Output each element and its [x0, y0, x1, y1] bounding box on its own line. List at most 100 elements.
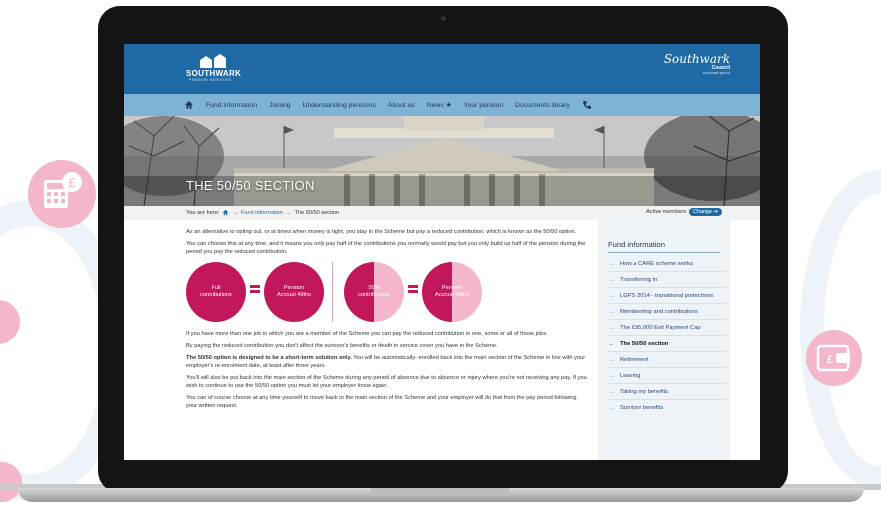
sidebar-separator	[608, 351, 726, 352]
sidebar-divider	[608, 252, 720, 253]
circle-label: contributions	[358, 292, 390, 298]
sidebar-item-membership[interactable]: → Membership and contributions	[608, 308, 726, 316]
wallet-bubble: £	[806, 330, 862, 386]
sidebar-separator	[608, 367, 726, 368]
sidebar-item-label: Membership and contributions	[620, 309, 698, 315]
laptop-notch	[370, 488, 510, 494]
pension-accrual-49-circle: Pension Accrual 49ths	[264, 262, 324, 322]
southwark-logo[interactable]: SOUTHWARK PENSION SERVICES	[186, 54, 246, 84]
calculator-icon: £	[44, 172, 82, 208]
paragraph: You can choose this at any time, and it …	[186, 241, 586, 255]
sidebar-list: → How a CARE scheme works → Transferring i…	[608, 260, 726, 417]
arrow-icon: →	[608, 293, 614, 299]
sidebar-item-label: How a CARE scheme works	[620, 261, 693, 267]
sidebar-separator	[608, 383, 726, 384]
svg-text:£: £	[68, 175, 76, 190]
sidebar-separator	[608, 319, 726, 320]
sidebar: Fund information → How a CARE scheme work…	[598, 220, 730, 460]
site-header: SOUTHWARK PENSION SERVICES Southwark Cou…	[124, 44, 760, 94]
member-type: Active members Change ➔	[646, 208, 723, 216]
contribution-diagram: Full contributions Pension Accrual 49ths…	[186, 260, 588, 326]
paragraph: The 50/50 option is designed to be a sho…	[186, 354, 588, 370]
page-title: THE 50/50 SECTION	[186, 178, 315, 193]
nav-your-pension[interactable]: Your pension	[464, 102, 503, 109]
breadcrumb: You are here: → Fund information → The 5…	[186, 209, 339, 216]
breadcrumb-arrow-icon: →	[285, 209, 292, 216]
circle-label: 50%	[368, 285, 380, 291]
paragraph: You'll will also be put back into the ma…	[186, 375, 587, 389]
arrow-icon: →	[608, 373, 614, 379]
hero-banner: THE 50/50 SECTION	[124, 116, 760, 206]
sidebar-item-lgps-2014[interactable]: → LGPS 2014 - transitional protections	[608, 292, 726, 300]
sidebar-item-leaving[interactable]: → Leaving	[608, 372, 726, 380]
nav-documents-library[interactable]: Documents library	[515, 102, 570, 109]
circle-label: Pension	[441, 285, 463, 291]
sidebar-separator	[608, 287, 726, 288]
sidebar-separator	[608, 271, 726, 272]
sidebar-item-label: Taking my benefits	[620, 389, 669, 395]
nav-news[interactable]: News ★	[427, 101, 452, 109]
paragraph: By paying the reduced contribution you d…	[186, 343, 498, 349]
sidebar-item-label: LGPS 2014 - transitional protections	[620, 293, 714, 299]
pension-accrual-98-circle: Pension Accrual 98ths	[422, 262, 482, 322]
change-member-button[interactable]: Change ➔	[689, 208, 723, 216]
circle-label: Accrual 98ths	[435, 292, 469, 298]
sidebar-item-transferring-in[interactable]: → Transferring in	[608, 276, 726, 284]
arrow-icon: →	[608, 261, 614, 267]
sidebar-separator	[608, 335, 726, 336]
sidebar-item-label: Retirement	[620, 357, 649, 363]
sidebar-item-survivor-benefits[interactable]: → Survivor benefits	[608, 404, 726, 412]
sidebar-item-taking-benefits[interactable]: → Taking my benefits	[608, 388, 726, 396]
building-logo-icon	[200, 54, 226, 68]
sidebar-item-retirement[interactable]: → Retirement	[608, 356, 726, 364]
home-icon[interactable]	[184, 100, 194, 110]
phone-icon[interactable]	[582, 100, 592, 110]
breadcrumb-bar: You are here: → Fund information → The 5…	[124, 206, 760, 220]
sidebar-item-label: Leaving	[620, 373, 641, 379]
breadcrumb-arrow-icon: →	[232, 209, 238, 216]
svg-text:£: £	[827, 354, 833, 366]
sidebar-item-care-scheme[interactable]: → How a CARE scheme works	[608, 260, 726, 268]
diagram-divider	[332, 262, 333, 322]
arrow-icon: →	[608, 309, 614, 315]
nav-joining[interactable]: Joining	[269, 102, 291, 109]
wallet-icon: £	[816, 344, 850, 372]
home-icon[interactable]	[222, 209, 229, 216]
council-logo[interactable]: Southwark Council southwark.gov.uk	[660, 52, 730, 86]
sidebar-item-label: The £95,000 Exit Payment Cap	[620, 325, 701, 331]
sidebar-item-exit-payment-cap[interactable]: → The £95,000 Exit Payment Cap	[608, 324, 726, 332]
webcam	[441, 16, 446, 21]
arrow-icon: →	[608, 341, 614, 347]
arrow-icon: →	[608, 357, 614, 363]
calculator-bubble: £	[28, 160, 96, 228]
breadcrumb-current: The 50/50 section	[294, 209, 340, 216]
breadcrumb-link-fund-information[interactable]: Fund information	[241, 210, 283, 216]
sidebar-item-50-50-section[interactable]: → The 50/50 section	[608, 340, 726, 348]
member-type-label: Active members	[646, 209, 687, 215]
marketing-stage: £ £ SOUTHWARK PENSION SERVICES Southwark	[0, 0, 881, 509]
logo-text: SOUTHWARK	[186, 69, 242, 78]
circle-label: Accrual 49ths	[277, 292, 311, 298]
arrow-icon: →	[608, 389, 614, 395]
paragraph: If you have more than one job in which y…	[186, 331, 548, 337]
equals-icon	[250, 284, 260, 294]
arrow-icon: →	[608, 277, 614, 283]
full-contributions-circle: Full contributions	[186, 262, 246, 322]
paragraph: As an alternative to opting out, or at t…	[186, 229, 577, 235]
nav-fund-information[interactable]: Fund information	[206, 102, 257, 109]
circle-label: Pension	[283, 285, 305, 291]
sidebar-item-label: Survivor benefits	[620, 405, 664, 411]
logo-subtitle: PENSION SERVICES	[189, 78, 232, 82]
sidebar-separator	[608, 399, 726, 400]
half-contributions-circle: 50% contributions	[344, 262, 404, 322]
council-script: Southwark	[663, 52, 730, 66]
equals-icon	[408, 284, 418, 294]
circle-label: Full contributions	[200, 285, 232, 298]
paragraph: You can of course choose at any time you…	[186, 395, 577, 409]
nav-about-us[interactable]: About us	[388, 102, 415, 109]
sidebar-item-label: Transferring in	[620, 277, 658, 283]
sidebar-title: Fund information	[608, 240, 665, 249]
council-url: southwark.gov.uk	[703, 71, 730, 75]
nav-understanding-pensions[interactable]: Understanding pensions	[303, 102, 376, 109]
main-nav: Fund information Joining Understanding p…	[124, 94, 760, 116]
